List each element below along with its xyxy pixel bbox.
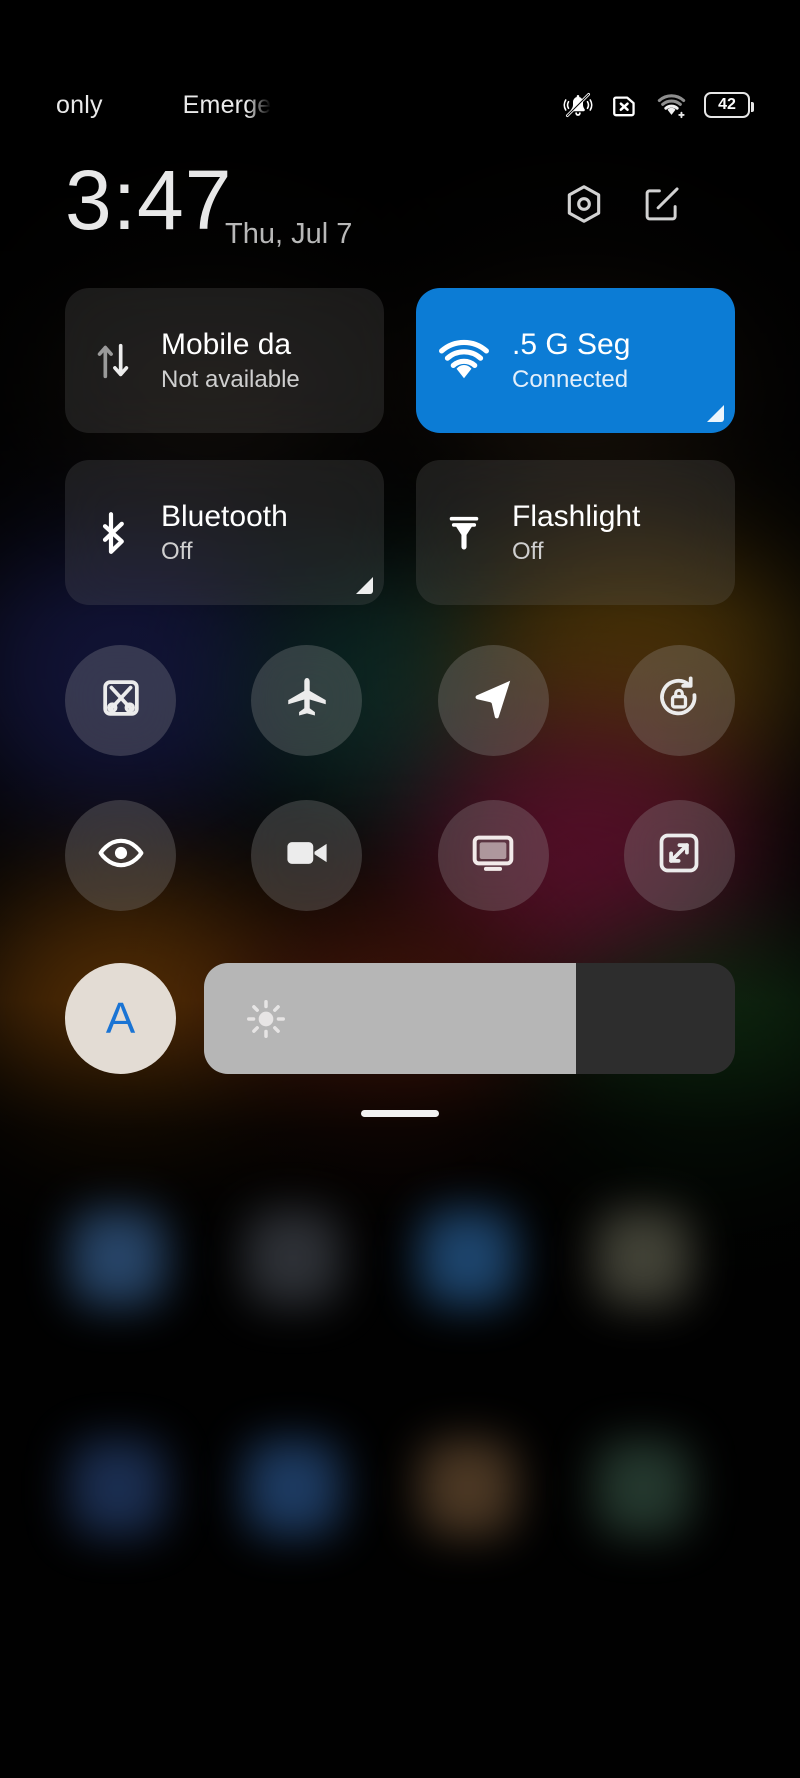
- carrier-left-label: only: [56, 90, 103, 119]
- toggle-airplane-mode[interactable]: [251, 645, 363, 756]
- tile-subtitle: Not available: [161, 366, 300, 394]
- tile-title: Bluetooth: [161, 499, 288, 533]
- bluetooth-icon: [65, 509, 161, 557]
- bell-mute-icon: [563, 90, 593, 120]
- tile-mobile-data[interactable]: Mobile da Not available: [65, 288, 384, 433]
- tile-bluetooth[interactable]: Bluetooth Off: [65, 460, 384, 605]
- tile-flashlight[interactable]: Flashlight Off: [416, 460, 735, 605]
- control-center-panel: only Emerge 42 3:47 Thu, Jul 7 Mobile da…: [0, 0, 800, 1778]
- monitor-cast-icon: [468, 828, 518, 883]
- tile-subtitle: Connected: [512, 366, 629, 394]
- toggle-screenshot[interactable]: [65, 645, 176, 756]
- edit-pencil-icon[interactable]: [636, 178, 688, 230]
- status-bar: only Emerge 42: [0, 78, 800, 132]
- clock-date: Thu, Jul 7: [225, 218, 353, 250]
- tile-wifi[interactable]: .5 G Seg Connected: [416, 288, 735, 433]
- quick-tiles-row-2: Bluetooth Off Flashlight Off: [65, 460, 735, 605]
- hexagon-settings-icon[interactable]: [558, 178, 610, 230]
- flashlight-icon: [416, 511, 512, 555]
- quick-tiles-row-1: Mobile da Not available .5 G Seg Connect…: [65, 288, 735, 433]
- carrier-right-label: Emerge: [182, 90, 272, 119]
- wifi-icon: [416, 333, 512, 389]
- expand-arrows-icon: [654, 828, 704, 883]
- blurred-app-grid: [0, 1150, 800, 1778]
- toggle-cast[interactable]: [437, 800, 549, 911]
- tile-title: Mobile da: [161, 327, 292, 361]
- wifi-icon: [656, 90, 687, 121]
- tile-expand-corner-icon[interactable]: [707, 405, 724, 422]
- toggle-circles-row-1: [65, 645, 735, 756]
- brightness-slider[interactable]: [204, 963, 735, 1074]
- tile-expand-corner-icon[interactable]: [356, 577, 373, 594]
- tile-subtitle: Off: [161, 538, 193, 566]
- sun-brightness-icon: [244, 997, 288, 1041]
- screenshot-scissors-icon: [96, 673, 146, 728]
- auto-brightness-button[interactable]: A: [65, 963, 176, 1074]
- tile-subtitle: Off: [512, 538, 544, 566]
- rotation-lock-icon: [654, 673, 704, 728]
- tile-title: .5 G Seg: [512, 327, 631, 361]
- sim-missing-icon: [610, 91, 639, 120]
- toggle-circles-row-2: [65, 800, 735, 911]
- toggle-reading-mode[interactable]: [65, 800, 176, 911]
- toggle-screen-recorder[interactable]: [251, 800, 363, 911]
- toggle-rotation-lock[interactable]: [623, 645, 735, 756]
- control-center-header: 3:47 Thu, Jul 7: [0, 153, 800, 270]
- data-transfer-icon: [65, 338, 161, 384]
- toggle-location[interactable]: [437, 645, 549, 756]
- status-bar-carriers: only Emerge: [56, 78, 271, 132]
- toggle-fullscreen[interactable]: [623, 800, 735, 911]
- location-arrow-icon: [469, 674, 517, 727]
- auto-brightness-label: A: [105, 993, 136, 1043]
- clock-time: 3:47: [65, 153, 233, 247]
- video-camera-icon: [282, 828, 332, 883]
- home-indicator[interactable]: [361, 1110, 439, 1117]
- battery-level-label: 42: [718, 96, 736, 113]
- eye-icon: [95, 827, 147, 884]
- status-bar-icons: 42: [563, 78, 754, 132]
- brightness-row: A: [65, 963, 735, 1074]
- airplane-icon: [282, 673, 332, 728]
- battery-icon: 42: [704, 92, 754, 118]
- tile-title: Flashlight: [512, 499, 641, 533]
